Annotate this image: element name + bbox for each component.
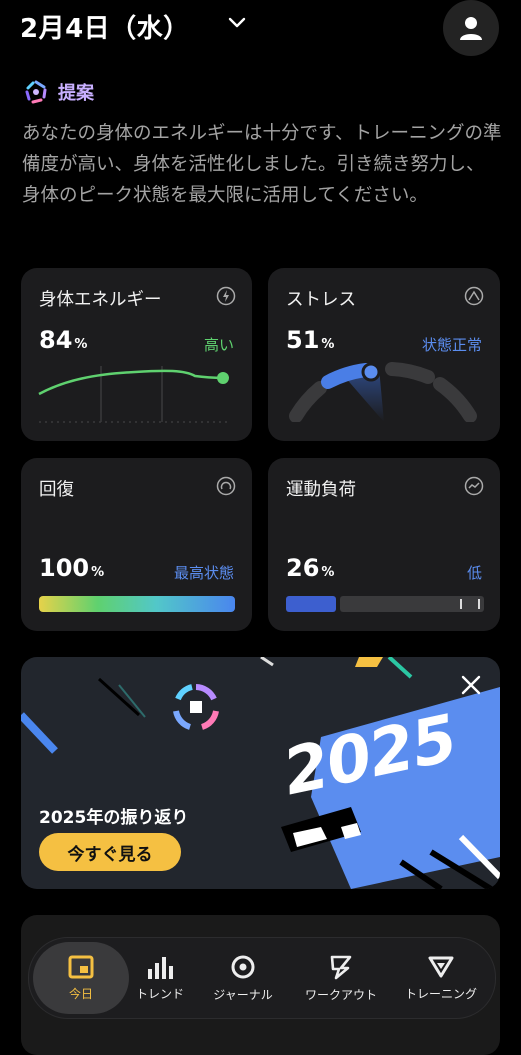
stress-unit: % — [321, 337, 335, 352]
tab-label: ジャーナル — [213, 987, 273, 1002]
stress-number: 51 — [286, 326, 320, 354]
profile-button[interactable] — [443, 0, 499, 56]
load-bar-fill — [286, 596, 336, 612]
chevron-down-icon[interactable] — [228, 16, 246, 30]
energy-status: 高い — [203, 336, 234, 354]
card-title: 回復 — [39, 480, 74, 500]
recovery-bar — [39, 596, 235, 612]
tab-label: 今日 — [68, 986, 93, 1001]
load-status: 低 — [466, 564, 482, 582]
tab-label: トレーニング — [404, 986, 477, 1001]
load-bar-track — [340, 596, 484, 612]
energy-value: 84% — [39, 326, 87, 354]
body-energy-card[interactable]: 身体エネルギー 84% 高い — [21, 268, 252, 441]
suggestion-header: 提案 — [24, 79, 94, 105]
tab-workout[interactable]: ワークアウト — [291, 938, 391, 1018]
tab-training[interactable]: トレーニング — [391, 938, 491, 1018]
energy-icon — [216, 286, 236, 306]
view-now-button[interactable]: 今すぐ見る — [39, 833, 181, 871]
recovery-value: 100% — [39, 554, 104, 582]
bottom-tab-bar: 今日 トレンド ジャーナル ワークアウト トレーニング — [28, 937, 496, 1019]
card-title: 身体エネルギー — [39, 290, 162, 310]
recovery-number: 100 — [39, 554, 90, 582]
recovery-card[interactable]: 回復 100% 最高状態 — [21, 458, 252, 631]
stress-card[interactable]: ストレス 51% 状態正常 — [268, 268, 500, 441]
tab-trend[interactable]: トレンド — [125, 938, 195, 1018]
load-value: 26% — [286, 554, 334, 582]
recovery-unit: % — [91, 565, 105, 580]
user-icon — [460, 17, 482, 40]
close-icon[interactable] — [459, 673, 483, 697]
banner-title: 2025年の振り返り — [39, 808, 189, 828]
suggestion-text: あなたの身体のエネルギーは十分です、トレーニングの準備度が高い、身体を活性化しま… — [22, 123, 502, 206]
header: 2月4日（水） — [0, 0, 521, 56]
energy-unit: % — [74, 337, 88, 352]
today-icon — [68, 955, 94, 978]
year-review-banner[interactable]: 2025 2025年の振り返り 今すぐ見る — [21, 657, 500, 889]
stress-icon — [464, 286, 484, 306]
trend-icon — [464, 476, 484, 496]
lightning-icon — [330, 955, 352, 979]
tab-journal[interactable]: ジャーナル — [203, 938, 283, 1018]
date-selector[interactable]: 2月4日（水） — [20, 8, 190, 45]
tab-today[interactable]: 今日 — [33, 938, 129, 1018]
tab-label: ワークアウト — [304, 987, 377, 1002]
load-unit: % — [321, 565, 335, 580]
stress-value: 51% — [286, 326, 334, 354]
recovery-icon — [216, 476, 236, 496]
stress-gauge — [289, 362, 477, 422]
bar-chart-icon — [148, 956, 173, 979]
load-bar — [286, 596, 484, 612]
energy-number: 84 — [39, 326, 73, 354]
training-load-card[interactable]: 運動負荷 26% 低 — [268, 458, 500, 631]
load-number: 26 — [286, 554, 320, 582]
stress-status: 状態正常 — [421, 336, 482, 354]
card-title: ストレス — [286, 290, 356, 310]
ai-logo-icon — [25, 80, 47, 104]
tab-label: トレンド — [135, 986, 184, 1001]
triangle-icon — [428, 956, 454, 977]
recovery-status: 最高状態 — [173, 564, 234, 582]
suggestion-label: 提案 — [58, 83, 94, 104]
card-title: 運動負荷 — [286, 480, 356, 500]
target-icon — [231, 955, 255, 978]
energy-trend-chart — [38, 366, 231, 423]
